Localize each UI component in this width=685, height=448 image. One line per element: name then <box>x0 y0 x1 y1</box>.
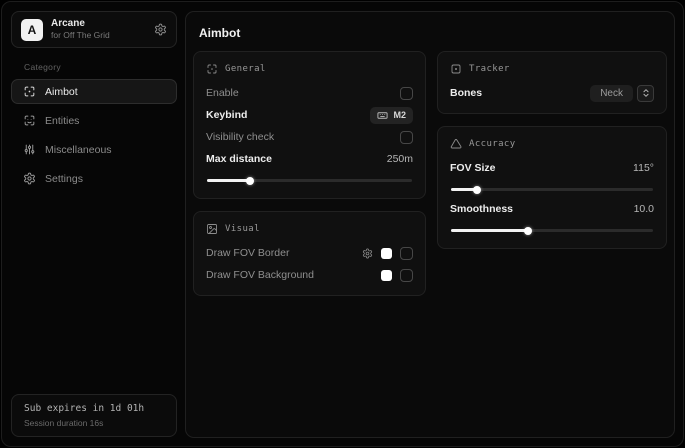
app-window: A Arcane for Off The Grid Category Aimbo… <box>1 1 684 447</box>
brand-title: Arcane <box>51 18 146 31</box>
card-header-label: Accuracy <box>469 139 516 149</box>
smoothness-row: Smoothness 10.0 <box>450 198 654 220</box>
right-column: Tracker Bones Neck <box>437 51 667 261</box>
fov-size-label: FOV Size <box>450 162 496 174</box>
sidebar-item-aimbot[interactable]: Aimbot <box>11 79 177 104</box>
slider-fill[interactable] <box>451 229 528 232</box>
sub-expires-text: Sub expires in 1d 01h <box>24 403 164 414</box>
bones-label: Bones <box>450 87 482 99</box>
fov-size-row: FOV Size 115° <box>450 157 654 179</box>
fov-background-label: Draw FOV Background <box>206 269 314 281</box>
face-scan-icon <box>23 114 36 127</box>
fov-background-color-swatch[interactable] <box>381 270 392 281</box>
fov-background-controls <box>381 269 413 282</box>
card-header-label: General <box>225 64 266 74</box>
sidebar-item-miscellaneous[interactable]: Miscellaneous <box>11 137 177 162</box>
fov-background-checkbox[interactable] <box>400 269 413 282</box>
enable-row: Enable <box>206 82 413 104</box>
fov-border-color-swatch[interactable] <box>381 248 392 259</box>
chevrons-up-down-icon[interactable] <box>637 85 654 102</box>
accuracy-card: Accuracy FOV Size 115° Smoothness 10.0 <box>437 126 667 249</box>
keybind-row: Keybind M2 <box>206 104 413 126</box>
slider-fill[interactable] <box>451 188 477 191</box>
bones-row: Bones Neck <box>450 82 654 104</box>
brand-subtitle: for Off The Grid <box>51 30 146 41</box>
crosshair-icon <box>206 63 218 75</box>
bones-selected-value[interactable]: Neck <box>590 85 633 102</box>
fov-size-slider[interactable] <box>451 188 653 191</box>
category-label: Category <box>24 62 173 72</box>
keybind-value: M2 <box>393 110 406 120</box>
session-duration-text: Session duration 16s <box>24 418 164 428</box>
brand-card: A Arcane for Off The Grid <box>11 11 177 48</box>
sidebar-item-entities[interactable]: Entities <box>11 108 177 133</box>
accuracy-card-header: Accuracy <box>450 138 654 150</box>
gear-icon[interactable] <box>362 248 373 259</box>
visual-card: Visual Draw FOV Border Draw <box>193 211 426 296</box>
sliders-icon <box>23 143 36 156</box>
sidebar-item-label: Aimbot <box>45 86 78 98</box>
fov-border-checkbox[interactable] <box>400 247 413 260</box>
gear-icon <box>23 172 36 185</box>
brand-text: Arcane for Off The Grid <box>51 18 146 41</box>
visibility-check-row: Visibility check <box>206 126 413 148</box>
tracker-card-header: Tracker <box>450 63 654 75</box>
keybind-label: Keybind <box>206 109 247 121</box>
fov-border-controls <box>362 247 413 260</box>
sidebar-item-settings[interactable]: Settings <box>11 166 177 191</box>
sidebar-item-label: Settings <box>45 173 83 185</box>
focus-icon <box>450 63 462 75</box>
fov-size-value: 115° <box>633 162 654 174</box>
image-icon <box>206 223 218 235</box>
smoothness-value: 10.0 <box>634 203 654 215</box>
fov-background-row: Draw FOV Background <box>206 264 413 286</box>
tracker-card: Tracker Bones Neck <box>437 51 667 114</box>
visibility-check-checkbox[interactable] <box>400 131 413 144</box>
visibility-check-label: Visibility check <box>206 131 274 143</box>
bones-select[interactable]: Neck <box>590 85 654 102</box>
content-columns: General Enable Keybind M2 <box>186 51 674 308</box>
card-header-label: Visual <box>225 224 260 234</box>
general-card: General Enable Keybind M2 <box>193 51 426 199</box>
fov-border-label: Draw FOV Border <box>206 247 289 259</box>
sidebar-item-label: Miscellaneous <box>45 144 112 156</box>
subscription-card: Sub expires in 1d 01h Session duration 1… <box>11 394 177 437</box>
smoothness-label: Smoothness <box>450 203 513 215</box>
main-panel: Aimbot General Enable <box>185 11 675 438</box>
page-title: Aimbot <box>186 12 674 51</box>
sidebar: A Arcane for Off The Grid Category Aimbo… <box>11 11 177 437</box>
keybind-button[interactable]: M2 <box>370 107 413 124</box>
sidebar-item-label: Entities <box>45 115 79 127</box>
enable-label: Enable <box>206 87 239 99</box>
crosshair-icon <box>23 85 36 98</box>
enable-checkbox[interactable] <box>400 87 413 100</box>
gear-icon[interactable] <box>154 23 167 36</box>
fov-border-row: Draw FOV Border <box>206 242 413 264</box>
triangle-icon <box>450 138 462 150</box>
keyboard-icon <box>377 110 388 121</box>
max-distance-row: Max distance 250m <box>206 148 413 170</box>
general-card-header: General <box>206 63 413 75</box>
smoothness-slider[interactable] <box>451 229 653 232</box>
max-distance-slider[interactable] <box>207 179 412 182</box>
visual-card-header: Visual <box>206 223 413 235</box>
max-distance-label: Max distance <box>206 153 272 165</box>
left-column: General Enable Keybind M2 <box>193 51 426 308</box>
max-distance-value: 250m <box>387 153 413 165</box>
slider-fill[interactable] <box>207 179 250 182</box>
brand-logo: A <box>21 19 43 41</box>
card-header-label: Tracker <box>469 64 510 74</box>
